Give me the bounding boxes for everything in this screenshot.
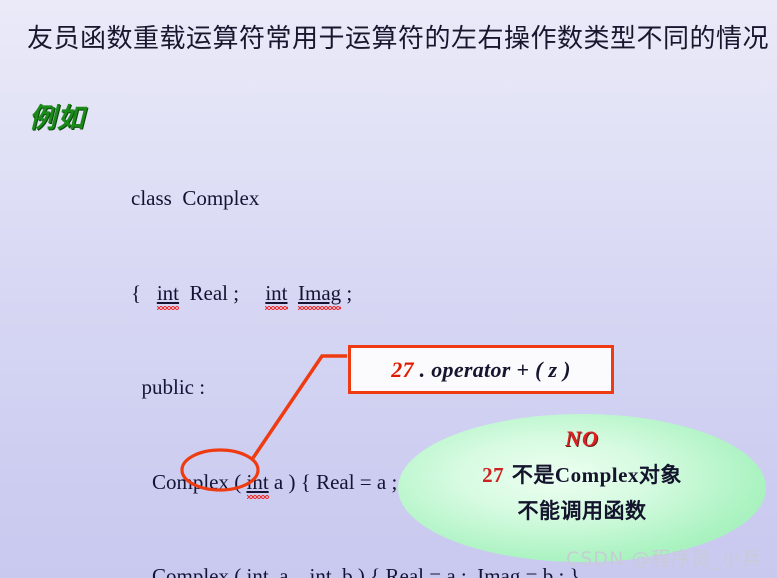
identifier-imag: Imag bbox=[477, 564, 520, 578]
keyword-int: int bbox=[247, 564, 269, 578]
callout-text: 27 . operator + ( z ) bbox=[391, 357, 571, 383]
keyword-int: int bbox=[310, 564, 332, 578]
note-line1-cn: 不是 bbox=[504, 463, 555, 487]
keyword-int: int bbox=[246, 469, 269, 494]
slide-canvas: 友员函数重载运算符常用于运算符的左右操作数类型不同的情况 例如 class Co… bbox=[0, 0, 777, 578]
keyword-int: int bbox=[156, 280, 180, 305]
example-label: 例如 bbox=[29, 103, 85, 134]
code-line-ctor2: Complex ( int a , int b ) { Real = a ; I… bbox=[131, 561, 580, 578]
identifier-imag: Imag bbox=[298, 280, 342, 305]
note-number: 27 bbox=[482, 463, 505, 487]
callout-number: 27 bbox=[391, 356, 414, 382]
keyword-int: int bbox=[265, 280, 288, 305]
code-line-class: class Complex bbox=[131, 186, 260, 210]
watermark: CSDN @程序员_小兵 bbox=[566, 548, 762, 570]
note-ellipse-content: NO 27 不是Complex对象 不能调用函数 bbox=[398, 414, 766, 562]
callout-box: 27 . operator + ( z ) bbox=[348, 345, 614, 394]
code-line-members: { int Real ; int Imag ; bbox=[131, 280, 353, 305]
note-line-1: 27 不是Complex对象 bbox=[398, 462, 766, 488]
callout-rest: . operator + ( z ) bbox=[413, 356, 571, 382]
note-line1-en: Complex bbox=[554, 463, 639, 487]
note-line-2: 不能调用函数 bbox=[517, 499, 647, 523]
note-line1-tail: 对象 bbox=[638, 463, 682, 487]
page-title: 友员函数重载运算符常用于运算符的左右操作数类型不同的情况 bbox=[27, 24, 770, 54]
note-heading: NO bbox=[565, 426, 599, 451]
